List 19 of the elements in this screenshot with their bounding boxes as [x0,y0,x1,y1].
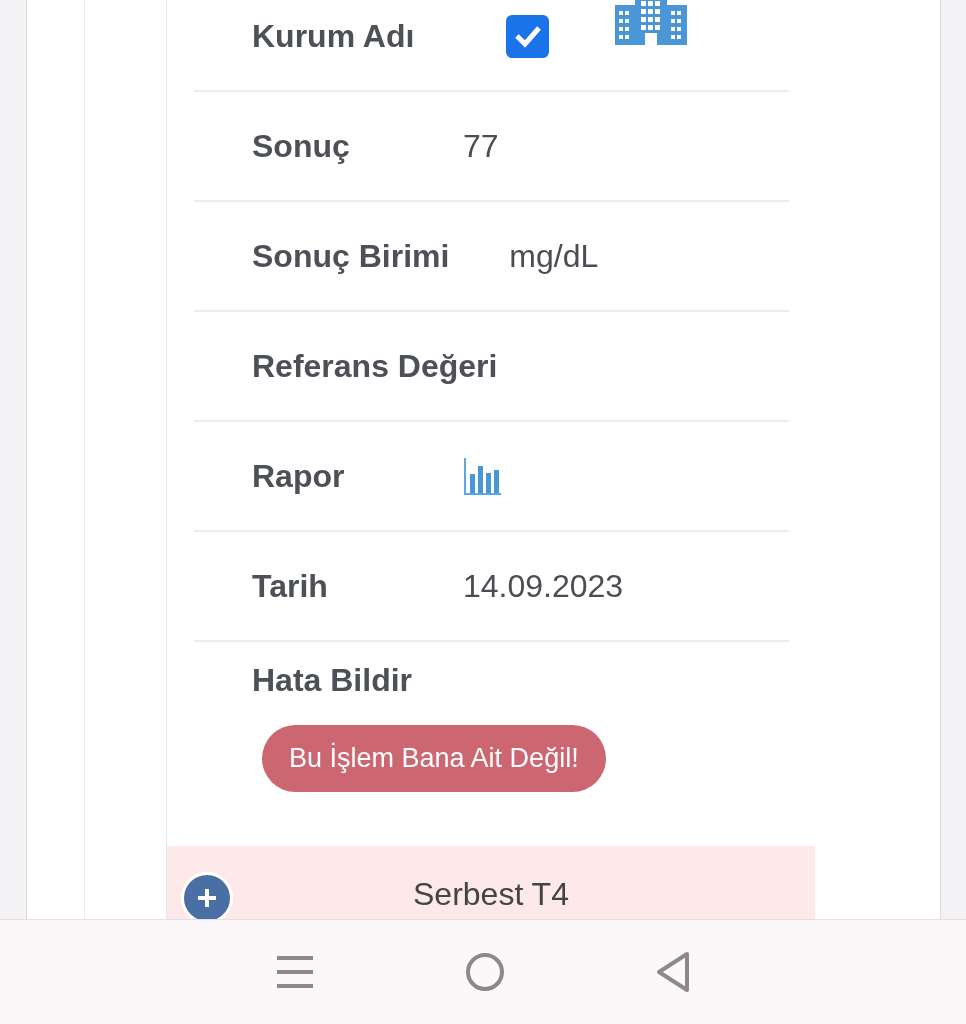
list-item-card[interactable]: Serbest T4 [167,846,815,920]
field-label: Hata Bildir [252,662,414,699]
bar-chart-icon[interactable] [463,456,503,496]
back-icon[interactable] [655,951,691,994]
field-label: Sonuç Birimi [252,237,451,275]
checkbox[interactable] [506,14,550,58]
field-value: 14.09.2023 [463,567,624,605]
field-label: Kurum Adı [252,17,416,55]
not-mine-button[interactable]: Bu İşlem Bana Ait Değil! [262,725,606,792]
plus-icon[interactable] [181,872,233,920]
home-icon[interactable] [465,952,505,993]
field-label: Sonuç [252,127,351,165]
field-value: mg/dL [509,237,599,275]
field-label: Rapor [252,457,346,495]
checkmark-icon [513,24,542,48]
item-title: Serbest T4 [413,876,569,913]
field-value: 77 [463,127,499,165]
field-label: Tarih [252,567,329,605]
field-label: Referans Değeri [252,347,499,385]
